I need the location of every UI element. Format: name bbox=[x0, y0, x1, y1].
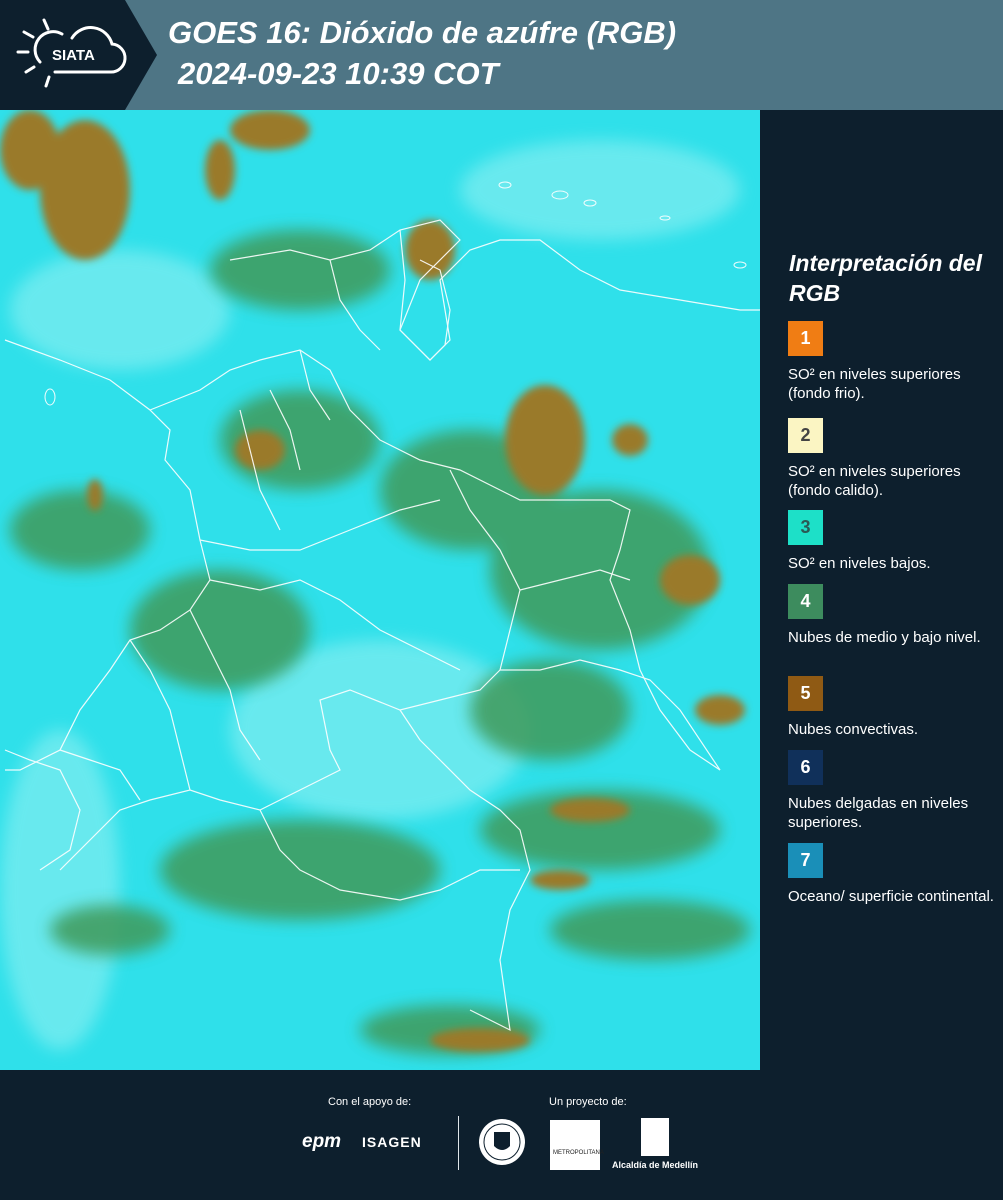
alcaldia-crest-icon bbox=[641, 1118, 669, 1156]
legend-label: SO² en niveles bajos. bbox=[788, 555, 931, 572]
legend-item: 7 Oceano/ superficie continental. bbox=[788, 843, 998, 906]
legend-label: SO² en niveles superiores (fondo calido)… bbox=[788, 463, 961, 499]
legend-number: 3 bbox=[800, 517, 811, 537]
page-title: GOES 16: Dióxido de azúfre (RGB) bbox=[168, 15, 677, 50]
legend-number: 7 bbox=[800, 850, 811, 870]
legend-number: 5 bbox=[800, 683, 811, 703]
isagen-logo: ISAGEN bbox=[362, 1134, 422, 1150]
legend-item: 6 Nubes delgadas en niveles superiores. bbox=[788, 750, 998, 832]
legend-title: Interpretación del RGB bbox=[789, 250, 982, 306]
alcaldia-label: Alcaldía de Medellín bbox=[612, 1160, 699, 1170]
satellite-map bbox=[0, 110, 760, 1070]
project-label: Un proyecto de: bbox=[549, 1096, 627, 1108]
legend-number: 2 bbox=[800, 425, 811, 445]
area-metropolitana-logo: METROPOLITANA bbox=[550, 1120, 604, 1170]
legend-number: 4 bbox=[800, 591, 811, 611]
legend-label: Oceano/ superficie continental. bbox=[788, 888, 994, 905]
legend-swatch: 2 bbox=[788, 418, 823, 453]
legend-swatch: 6 bbox=[788, 750, 823, 785]
legend-label: Nubes convectivas. bbox=[788, 721, 919, 738]
support-label: Con el apoyo de: bbox=[328, 1096, 412, 1108]
legend-label: Nubes delgadas en niveles superiores. bbox=[788, 795, 969, 831]
header-bar: SIATA GOES 16: Dióxido de azúfre (RGB) 2… bbox=[0, 0, 1003, 110]
legend-label: SO² en niveles superiores (fondo frio). bbox=[788, 366, 961, 402]
rgb-legend: Interpretación del RGB 1 SO² en niveles … bbox=[760, 110, 1003, 1070]
legend-label: Nubes de medio y bajo nivel. bbox=[788, 629, 981, 646]
legend-swatch: 7 bbox=[788, 843, 823, 878]
legend-item: 1 SO² en niveles superiores (fondo frio)… bbox=[788, 321, 998, 403]
area-metropolitana-label: METROPOLITANA bbox=[553, 1150, 604, 1156]
legend-item: 2 SO² en niveles superiores (fondo calid… bbox=[788, 418, 998, 500]
legend-swatch: 4 bbox=[788, 584, 823, 619]
legend-swatch: 5 bbox=[788, 676, 823, 711]
legend-swatch: 3 bbox=[788, 510, 823, 545]
legend-number: 6 bbox=[800, 757, 811, 777]
epm-logo: epm bbox=[302, 1131, 342, 1152]
medellin-seal-icon bbox=[479, 1119, 525, 1165]
timestamp-label: 2024-09-23 10:39 COT bbox=[178, 56, 499, 91]
legend-swatch: 1 bbox=[788, 321, 823, 356]
legend-item: 3 SO² en niveles bajos. bbox=[788, 510, 998, 573]
siata-logo: SIATA bbox=[0, 0, 160, 110]
footer: Con el apoyo de: Un proyecto de: epm ISA… bbox=[0, 1070, 1003, 1200]
legend-number: 1 bbox=[800, 328, 811, 348]
legend-item: 5 Nubes convectivas. bbox=[788, 676, 998, 739]
svg-text:SIATA: SIATA bbox=[52, 47, 95, 64]
legend-item: 4 Nubes de medio y bajo nivel. bbox=[788, 584, 998, 647]
footer-divider bbox=[458, 1116, 459, 1170]
